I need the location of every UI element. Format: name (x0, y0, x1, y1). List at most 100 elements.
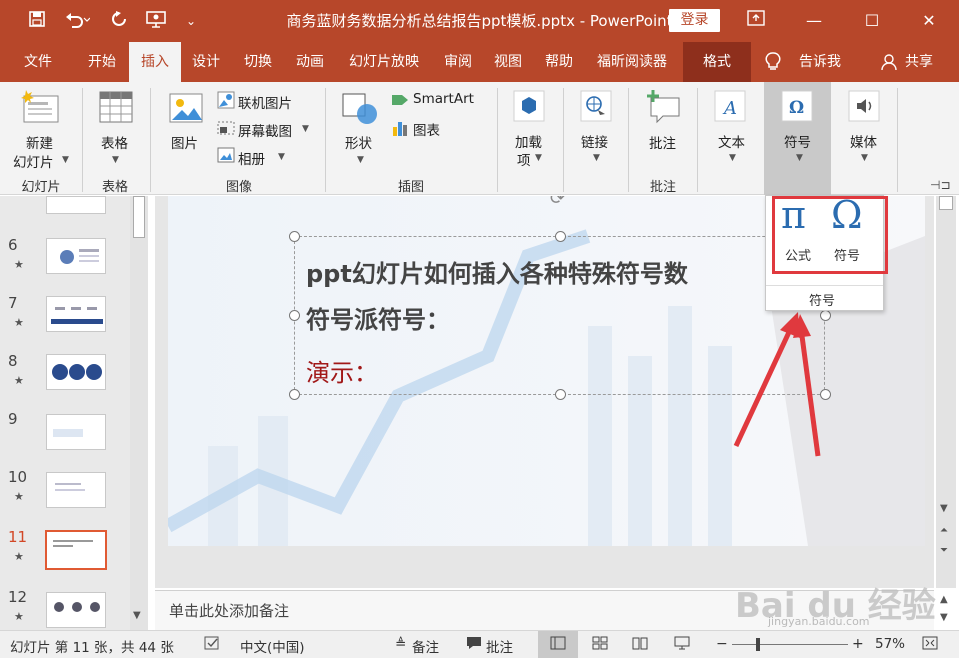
resize-handle[interactable] (555, 231, 566, 242)
zoom-in-icon[interactable]: + (852, 636, 864, 652)
normal-view-icon[interactable] (550, 636, 566, 654)
notes-toggle[interactable]: 备注 (412, 636, 439, 656)
chevron-down-icon[interactable]: ▼ (796, 153, 803, 163)
comments-toggle[interactable]: 批注 (486, 636, 513, 656)
comment-icon[interactable] (645, 90, 681, 128)
previous-slide-icon[interactable]: ⏶ (940, 525, 948, 536)
tab-slideshow[interactable]: 幻灯片放映 (336, 42, 432, 82)
minimize-icon[interactable]: — (799, 10, 829, 32)
new-slide-icon[interactable] (20, 88, 62, 134)
slide-sorter-icon[interactable] (592, 636, 608, 654)
slideshow-icon[interactable] (674, 636, 690, 654)
chevron-down-icon[interactable]: ▼ (861, 153, 868, 163)
album-label[interactable]: 相册 (238, 148, 265, 168)
notes-scroll-up-icon[interactable]: ▲ (940, 594, 948, 605)
spellcheck-icon[interactable] (204, 636, 222, 656)
chart-label[interactable]: 图表 (413, 119, 440, 139)
slide-thumbnail-current[interactable] (45, 530, 107, 570)
screenshot-label[interactable]: 屏幕截图 (238, 120, 292, 140)
shapes-label[interactable]: 形状 (345, 132, 372, 152)
close-icon[interactable]: ✕ (914, 10, 944, 32)
resize-handle[interactable] (555, 389, 566, 400)
chart-icon[interactable] (391, 119, 409, 141)
tab-home[interactable]: 开始 (76, 42, 128, 82)
chevron-down-icon[interactable]: ▼ (357, 155, 364, 165)
chevron-down-icon[interactable]: ▼ (729, 153, 736, 163)
reading-view-icon[interactable] (632, 636, 648, 654)
addins-label-1[interactable]: 加载 (515, 131, 542, 151)
link-label[interactable]: 链接 (581, 131, 608, 151)
next-slide-icon[interactable]: ⏷ (940, 545, 948, 556)
tab-format[interactable]: 格式 (683, 42, 751, 82)
comment-label[interactable]: 批注 (649, 132, 676, 152)
resize-handle[interactable] (289, 231, 300, 242)
smartart-label[interactable]: SmartArt (413, 91, 474, 107)
screenshot-icon[interactable] (217, 120, 235, 140)
tab-animations[interactable]: 动画 (285, 42, 335, 82)
resize-handle[interactable] (289, 310, 300, 321)
comment-bubble-icon[interactable] (466, 636, 482, 654)
notes-toggle-icon[interactable]: ≜ (395, 636, 406, 652)
table-icon[interactable] (98, 90, 134, 128)
maximize-icon[interactable]: ☐ (857, 10, 887, 32)
ribbon-display-icon[interactable] (741, 10, 771, 32)
language-indicator[interactable]: 中文(中国) (240, 636, 305, 656)
link-icon[interactable] (580, 90, 612, 126)
fit-to-window-icon[interactable] (922, 636, 938, 654)
slide-count[interactable]: 幻灯片 第 11 张，共 44 张 (10, 636, 174, 656)
text-icon[interactable]: A (714, 90, 746, 126)
chevron-down-icon[interactable]: ▼ (535, 153, 542, 163)
tab-foxit-reader[interactable]: 福昕阅读器 (586, 42, 678, 82)
slide-thumbnail[interactable] (46, 296, 106, 332)
tab-file[interactable]: 文件 (8, 42, 68, 82)
tab-view[interactable]: 视图 (484, 42, 532, 82)
new-slide-label-2[interactable]: 幻灯片 (13, 151, 54, 171)
scroll-down-icon[interactable]: ▼ (940, 503, 948, 514)
online-pictures-label[interactable]: 联机图片 (238, 92, 292, 112)
slide-scroll-thumb[interactable] (939, 196, 953, 210)
new-slide-label-1[interactable]: 新建 (26, 132, 53, 152)
slide-thumbnail[interactable] (46, 196, 106, 214)
chevron-down-icon[interactable]: ▼ (62, 155, 69, 165)
tab-transitions[interactable]: 切换 (232, 42, 284, 82)
addins-label-2[interactable]: 项 (517, 149, 531, 169)
rotate-handle-icon[interactable]: ⟳ (550, 196, 565, 209)
online-pictures-icon[interactable] (217, 91, 235, 113)
scroll-down-icon[interactable]: ▼ (133, 610, 141, 621)
tab-design[interactable]: 设计 (182, 42, 230, 82)
symbols-label[interactable]: 符号 (784, 131, 811, 151)
addins-icon[interactable] (513, 90, 545, 126)
media-icon[interactable] (848, 90, 880, 126)
resize-handle[interactable] (289, 389, 300, 400)
tab-help[interactable]: 帮助 (534, 42, 584, 82)
login-button[interactable]: 登录 (669, 9, 720, 32)
chevron-down-icon[interactable]: ▼ (302, 124, 309, 134)
chevron-down-icon[interactable]: ▼ (278, 152, 285, 162)
slide-thumbnail[interactable] (46, 238, 106, 274)
chevron-down-icon[interactable]: ▼ (593, 153, 600, 163)
zoom-slider-thumb[interactable] (756, 638, 760, 651)
zoom-level[interactable]: 57% (875, 636, 905, 652)
tab-insert[interactable]: 插入 (129, 42, 181, 82)
picture-label[interactable]: 图片 (171, 132, 198, 152)
thumbnails-scrollbar[interactable] (130, 196, 148, 630)
picture-icon[interactable] (168, 92, 204, 128)
zoom-slider[interactable] (732, 644, 848, 645)
table-label[interactable]: 表格 (101, 132, 128, 152)
shapes-icon[interactable] (341, 92, 381, 130)
slide-thumbnail[interactable] (46, 472, 106, 508)
media-label[interactable]: 媒体 (850, 131, 877, 151)
share-button[interactable]: 共享 (899, 42, 939, 82)
tell-me-button[interactable]: 告诉我 (790, 42, 850, 82)
slide-thumbnail[interactable] (46, 354, 106, 390)
omega-icon[interactable]: Ω (781, 90, 813, 126)
smartart-icon[interactable] (390, 91, 410, 113)
notes-scroll-down-icon[interactable]: ▼ (940, 612, 948, 623)
notes-placeholder[interactable]: 单击此处添加备注 (169, 600, 289, 621)
tab-review[interactable]: 审阅 (434, 42, 482, 82)
album-icon[interactable] (217, 147, 235, 167)
chevron-down-icon[interactable]: ▼ (112, 155, 119, 165)
slide-thumbnail[interactable] (46, 414, 106, 450)
slide-thumbnail[interactable] (46, 592, 106, 628)
pin-ribbon-icon[interactable]: ⊣⊐ (930, 178, 951, 192)
